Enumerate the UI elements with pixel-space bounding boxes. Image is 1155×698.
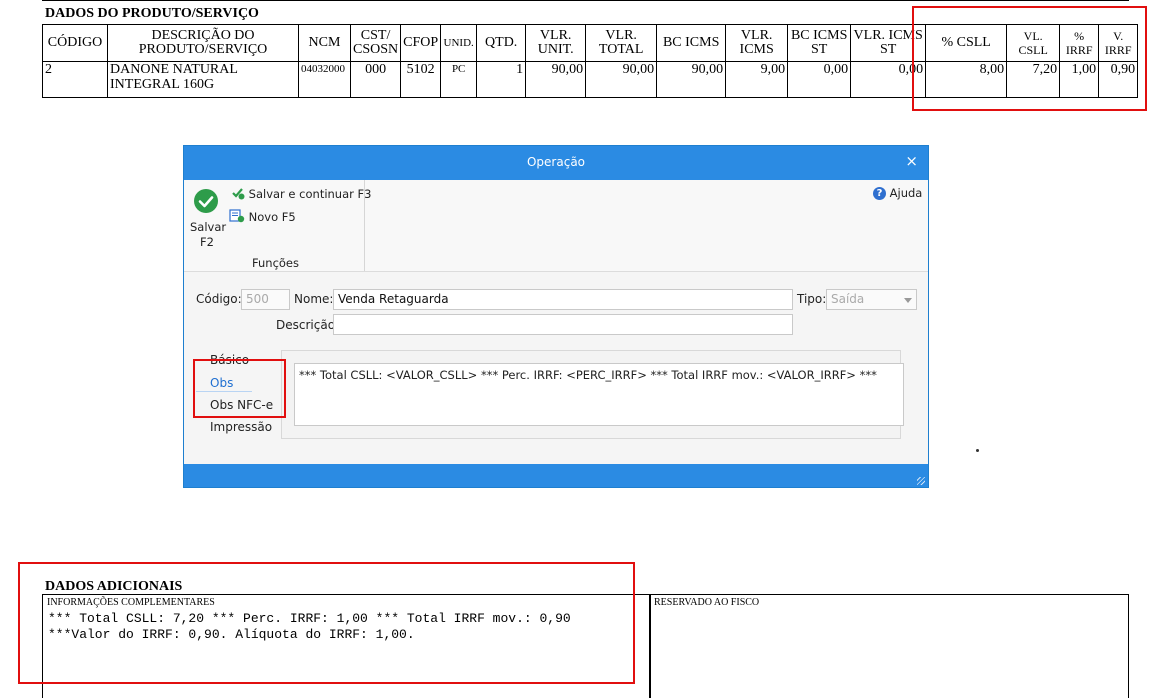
obs-textarea[interactable]: *** Total CSLL: <VALOR_CSLL> *** Perc. I… xyxy=(294,363,904,426)
header-descricao: DESCRIÇÃO DO PRODUTO/SERVIÇO xyxy=(107,24,299,62)
ribbon-group-label: Funções xyxy=(252,256,299,270)
cell-bc-icms-st: 0,00 xyxy=(787,61,852,98)
highlight-box-tax-columns xyxy=(912,6,1147,111)
operation-dialog: Operação × Salvar F2 Salvar e continuar … xyxy=(183,145,929,488)
codigo-field[interactable]: 500 xyxy=(241,289,290,310)
cell-ncm: 04032000 xyxy=(298,61,351,98)
header-vlr-icms: VLR. ICMS xyxy=(725,24,789,62)
header-ncm: NCM xyxy=(298,24,351,62)
header-cst: CST/CSOSN xyxy=(349,24,402,62)
header-vlr-unit: VLR. UNIT. xyxy=(525,24,587,62)
dialog-statusbar xyxy=(184,464,928,487)
new-button[interactable]: Novo F5 xyxy=(229,209,296,226)
cell-bc-icms: 90,00 xyxy=(656,61,727,98)
nome-label: Nome: xyxy=(294,292,334,306)
highlight-box-tabs xyxy=(193,359,286,418)
cell-vlr-icms: 9,00 xyxy=(725,61,789,98)
tipo-select[interactable]: Saída xyxy=(826,289,917,310)
cell-cfop: 5102 xyxy=(400,61,442,98)
tipo-label: Tipo: xyxy=(797,292,827,306)
stray-dot xyxy=(976,449,979,452)
save-button-label: Salvar xyxy=(190,220,227,234)
close-icon[interactable]: × xyxy=(905,152,918,170)
descricao-field[interactable] xyxy=(333,314,793,335)
product-section-title: DADOS DO PRODUTO/SERVIÇO xyxy=(45,6,259,21)
descricao-label: Descrição: xyxy=(276,318,340,332)
resize-grip-icon[interactable] xyxy=(917,477,925,485)
cell-vlr-total: 90,00 xyxy=(585,61,658,98)
ribbon-separator xyxy=(364,180,365,271)
cell-cst: 000 xyxy=(349,61,402,98)
cell-codigo: 2 xyxy=(42,61,108,98)
help-icon: ? xyxy=(873,187,886,200)
save-continue-icon xyxy=(231,186,245,203)
header-qtd: QTD. xyxy=(476,24,527,62)
reservado-fisco-box xyxy=(649,594,1129,698)
ribbon-toolbar: Salvar F2 Salvar e continuar F3 Novo F5 … xyxy=(184,180,928,272)
top-border-line xyxy=(42,0,1129,1)
header-unid: UNID. xyxy=(440,24,478,62)
dropdown-arrow-icon xyxy=(904,298,912,303)
highlight-box-additional-info xyxy=(18,562,635,684)
header-bc-icms: BC ICMS xyxy=(656,24,727,62)
nome-field[interactable]: Venda Retaguarda xyxy=(333,289,793,310)
header-vlr-total: VLR. TOTAL xyxy=(585,24,658,62)
save-button-shortcut: F2 xyxy=(200,235,214,249)
cell-unid: PC xyxy=(440,61,478,98)
header-cfop: CFOP xyxy=(400,24,442,62)
reservado-fisco-label: RESERVADO AO FISCO xyxy=(654,597,760,608)
new-doc-icon xyxy=(229,209,245,226)
codigo-label: Código: xyxy=(196,292,242,306)
dialog-titlebar: Operação × xyxy=(184,146,928,180)
save-button[interactable]: Salvar F2 xyxy=(184,180,228,252)
cell-qtd: 1 xyxy=(476,61,527,98)
dialog-title: Operação xyxy=(526,155,586,169)
cell-vlr-unit: 90,00 xyxy=(525,61,587,98)
tab-impressao[interactable]: Impressão xyxy=(210,420,272,434)
header-bc-icms-st: BC ICMS ST xyxy=(787,24,852,62)
cell-descricao: DANONE NATURAL INTEGRAL 160G xyxy=(107,61,299,98)
help-button[interactable]: ? Ajuda xyxy=(873,186,922,200)
check-circle-icon xyxy=(194,189,218,213)
header-codigo: CÓDIGO xyxy=(42,24,108,62)
save-continue-button[interactable]: Salvar e continuar F3 xyxy=(231,186,371,203)
